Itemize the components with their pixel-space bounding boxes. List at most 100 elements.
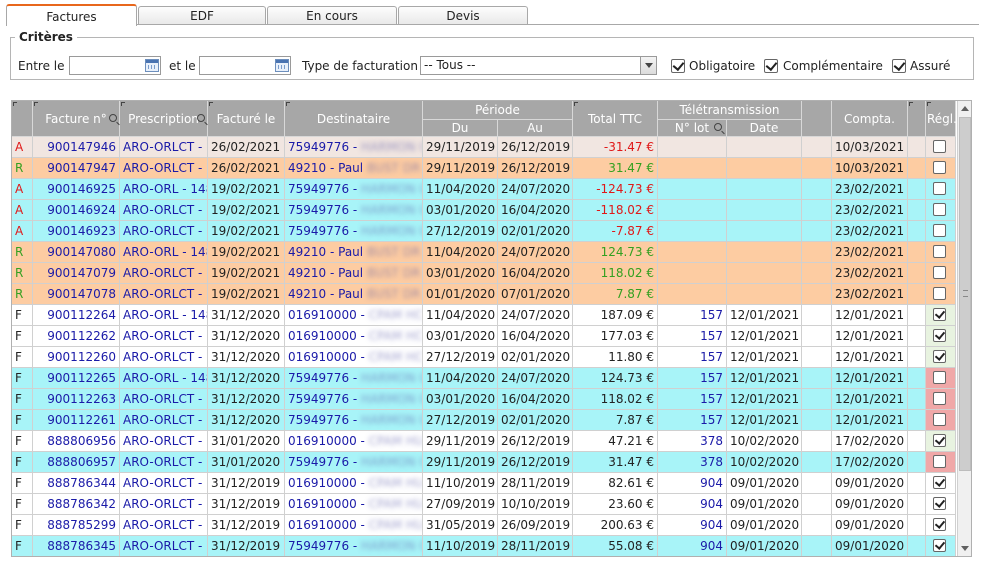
search-icon[interactable] xyxy=(109,114,117,122)
chevron-down-icon[interactable] xyxy=(640,57,656,74)
row-prescription[interactable]: ARO-ORLCT - xyxy=(120,326,208,346)
table-row[interactable]: R 900147080 ARO-ORL - 148 19/02/2021 49210 -… xyxy=(12,242,956,263)
resize-grip-icon[interactable] xyxy=(909,102,913,106)
row-destinataire[interactable]: 016910000 - CPAM HC xyxy=(285,347,423,367)
table-row[interactable]: F 900112261 ARO-ORLCT -31/12/2020 75949776 … xyxy=(12,410,956,431)
regl-checkbox[interactable] xyxy=(933,245,946,258)
table-row[interactable]: A 900146923 ARO-ORLCT -19/02/2021 75949776 … xyxy=(12,221,956,242)
regl-checkbox[interactable] xyxy=(933,329,946,342)
billing-type-select[interactable]: -- Tous -- xyxy=(420,56,657,75)
table-row[interactable]: F 900112263 ARO-ORLCT -31/12/2020 75949776 … xyxy=(12,389,956,410)
table-row[interactable]: F 900112264 ARO-ORL - 148 31/12/2020 0169100… xyxy=(12,305,956,326)
row-prescription[interactable]: ARO-ORLCT - xyxy=(120,431,208,451)
row-prescription[interactable]: ARO-ORLCT - xyxy=(120,284,208,304)
row-prescription[interactable]: ARO-ORLCT - xyxy=(120,158,208,178)
row-facture-number[interactable]: 900147947 xyxy=(33,158,120,178)
row-destinataire[interactable]: 49210 - Paul BUST DR xyxy=(285,158,423,178)
resize-grip-icon[interactable] xyxy=(286,102,290,106)
table-row[interactable]: F 888786345 ARO-ORLCT -31/12/2019 75949776 … xyxy=(12,536,956,556)
row-destinataire[interactable]: 75949776 - HARMON GN xyxy=(285,221,423,241)
row-prescription[interactable]: ARO-ORLCT - xyxy=(120,263,208,283)
row-destinataire[interactable]: 75949776 - HARMON GN xyxy=(285,179,423,199)
row-destinataire[interactable]: 016910000 - CPAM HU xyxy=(285,473,423,493)
regl-checkbox[interactable] xyxy=(933,308,946,321)
calendar-icon[interactable] xyxy=(275,59,289,72)
row-prescription[interactable]: ARO-ORL - 148 xyxy=(120,305,208,325)
row-facture-number[interactable]: 900147078 xyxy=(33,284,120,304)
row-prescription[interactable]: ARO-ORL - 148 xyxy=(120,179,208,199)
regl-checkbox[interactable] xyxy=(933,287,946,300)
scroll-up-icon[interactable] xyxy=(958,102,971,116)
row-facture-number[interactable]: 900112263 xyxy=(33,389,120,409)
table-row[interactable]: R 900147947 ARO-ORLCT -26/02/2021 49210 - P… xyxy=(12,158,956,179)
resize-grip-icon[interactable] xyxy=(13,102,17,106)
header-facture[interactable]: Facture n° xyxy=(33,101,120,137)
row-destinataire[interactable]: 75949776 - HARMON GN xyxy=(285,368,423,388)
regl-checkbox[interactable] xyxy=(933,476,946,489)
row-prescription[interactable]: ARO-ORLCT - xyxy=(120,473,208,493)
row-destinataire[interactable]: 49210 - Paul BUST DR xyxy=(285,263,423,283)
regl-checkbox[interactable] xyxy=(933,224,946,237)
row-facture-number[interactable]: 900146924 xyxy=(33,200,120,220)
row-destinataire[interactable]: 49210 - Paul BUST DR xyxy=(285,284,423,304)
header-au[interactable]: Au xyxy=(498,120,573,137)
header-compta[interactable]: Compta. xyxy=(832,101,908,137)
regl-checkbox[interactable] xyxy=(933,182,946,195)
resize-grip-icon[interactable] xyxy=(34,102,38,106)
header-destinataire[interactable]: Destinataire xyxy=(285,101,423,137)
row-prescription[interactable]: ARO-ORLCT - xyxy=(120,515,208,535)
row-destinataire[interactable]: 75949776 - HARMON C xyxy=(285,536,423,556)
row-prescription[interactable]: ARO-ORLCT - xyxy=(120,137,208,157)
row-prescription[interactable]: ARO-ORLCT - xyxy=(120,452,208,472)
header-regl[interactable]: Régl. xyxy=(926,101,957,137)
table-row[interactable]: F 888786342 ARO-ORLCT -31/12/2019 016910000… xyxy=(12,494,956,515)
complementaire-checkbox[interactable] xyxy=(764,59,778,73)
table-row[interactable]: F 888806956 ARO-ORLCT -31/01/2020 016910000… xyxy=(12,431,956,452)
row-prescription[interactable]: ARO-ORLCT - xyxy=(120,410,208,430)
row-facture-number[interactable]: 888806956 xyxy=(33,431,120,451)
regl-checkbox[interactable] xyxy=(933,392,946,405)
obligatoire-checkbox[interactable] xyxy=(671,59,685,73)
row-facture-number[interactable]: 888806957 xyxy=(33,452,120,472)
row-facture-number[interactable]: 888785299 xyxy=(33,515,120,535)
row-facture-number[interactable]: 900112262 xyxy=(33,326,120,346)
row-prescription[interactable]: ARO-ORLCT - xyxy=(120,389,208,409)
row-facture-number[interactable]: 900112261 xyxy=(33,410,120,430)
row-prescription[interactable]: ARO-ORLCT - xyxy=(120,221,208,241)
header-du[interactable]: Du xyxy=(423,120,498,137)
regl-checkbox[interactable] xyxy=(933,413,946,426)
row-destinataire[interactable]: 016910000 - CPAM HU xyxy=(285,494,423,514)
table-row[interactable]: A 900147946 ARO-ORLCT -26/02/2021 75949776 … xyxy=(12,137,956,158)
header-prescription[interactable]: Prescription xyxy=(120,101,208,137)
table-row[interactable]: R 900147078 ARO-ORLCT -19/02/2021 49210 - P… xyxy=(12,284,956,305)
row-destinataire[interactable]: 75949776 - HARMON GN xyxy=(285,200,423,220)
header-facture-le[interactable]: Facturé le xyxy=(208,101,285,137)
row-facture-number[interactable]: 888786345 xyxy=(33,536,120,556)
row-facture-number[interactable]: 900147946 xyxy=(33,137,120,157)
regl-checkbox[interactable] xyxy=(933,266,946,279)
regl-checkbox[interactable] xyxy=(933,140,946,153)
table-row[interactable]: R 900147079 ARO-ORLCT -19/02/2021 49210 - P… xyxy=(12,263,956,284)
regl-checkbox[interactable] xyxy=(933,497,946,510)
row-facture-number[interactable]: 900112264 xyxy=(33,305,120,325)
table-row[interactable]: F 888786344 ARO-ORLCT -31/12/2019 016910000… xyxy=(12,473,956,494)
regl-checkbox[interactable] xyxy=(933,350,946,363)
row-destinataire[interactable]: 016910000 - CPAM HC xyxy=(285,305,423,325)
regl-checkbox[interactable] xyxy=(933,434,946,447)
row-destinataire[interactable]: 75949776 - HARMON C xyxy=(285,137,423,157)
table-row[interactable]: F 900112262 ARO-ORLCT -31/12/2020 016910000… xyxy=(12,326,956,347)
table-row[interactable]: F 888785299 ARO-ORLCT -31/12/2019 016910000… xyxy=(12,515,956,536)
tab-en-cours[interactable]: En cours xyxy=(267,6,397,25)
resize-grip-icon[interactable] xyxy=(574,102,578,106)
regl-checkbox[interactable] xyxy=(933,539,946,552)
scroll-down-icon[interactable] xyxy=(958,541,971,555)
row-facture-number[interactable]: 900146923 xyxy=(33,221,120,241)
row-destinataire[interactable]: 016910000 - CPAM HU xyxy=(285,515,423,535)
search-icon[interactable] xyxy=(197,114,205,122)
tab-devis[interactable]: Devis xyxy=(398,6,528,25)
calendar-icon[interactable] xyxy=(145,59,159,72)
row-destinataire[interactable]: 75949776 - HARMON GN xyxy=(285,410,423,430)
row-destinataire[interactable]: 75949776 - HARMON GN xyxy=(285,389,423,409)
tab-factures[interactable]: Factures xyxy=(6,4,137,26)
header-type[interactable] xyxy=(12,101,33,137)
